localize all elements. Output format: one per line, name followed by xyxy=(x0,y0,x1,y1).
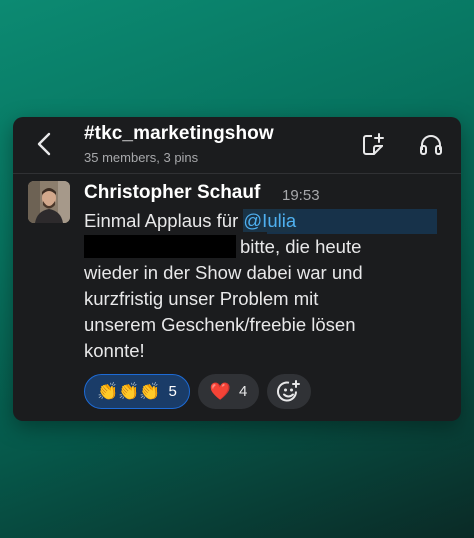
user-mention[interactable]: @Iulia xyxy=(243,209,297,232)
message-text: Einmal Applaus für xyxy=(84,210,244,231)
channel-meta[interactable]: 35 members, 3 pins xyxy=(84,150,198,165)
message-text: wieder in der Show dabei war und xyxy=(84,262,363,283)
reaction-heart[interactable]: ❤️ 4 xyxy=(197,374,260,409)
redacted-block xyxy=(84,235,236,258)
heart-emoji-icon: ❤️ xyxy=(209,381,232,402)
clap-emoji-icon: 👏👏👏 xyxy=(97,381,161,402)
avatar-image xyxy=(28,181,70,223)
message-text: unserem Geschenk/freebie lösen xyxy=(84,314,356,335)
message-text: bitte, die heute xyxy=(240,236,362,257)
add-emoji-icon xyxy=(277,379,301,401)
message-text: kurzfristig unser Problem mit xyxy=(84,288,319,309)
reaction-clap[interactable]: 👏👏👏 5 xyxy=(84,374,190,409)
reaction-count: 5 xyxy=(168,383,177,400)
author-name[interactable]: Christopher Schauf xyxy=(84,182,260,204)
message-text: konnte! xyxy=(84,340,145,361)
huddle-button[interactable] xyxy=(416,130,446,160)
message-card: #tkc_marketingshow 35 members, 3 pins Ch… xyxy=(13,117,461,421)
message-timestamp[interactable]: 19:53 xyxy=(282,187,320,204)
headphones-icon xyxy=(420,135,442,155)
add-reaction-button[interactable] xyxy=(267,374,312,409)
back-button[interactable] xyxy=(31,129,57,159)
reaction-count: 4 xyxy=(239,383,248,400)
channel-header: #tkc_marketingshow 35 members, 3 pins xyxy=(13,117,461,174)
message-body: Einmal Applaus für @Iulia bitte, die heu… xyxy=(84,208,456,364)
chevron-left-icon xyxy=(37,132,51,156)
canvas-button[interactable] xyxy=(358,130,388,160)
canvas-add-icon xyxy=(363,133,384,155)
avatar[interactable] xyxy=(28,181,70,223)
reactions-bar: 👏👏👏 5 ❤️ 4 xyxy=(84,374,312,410)
channel-name[interactable]: #tkc_marketingshow xyxy=(84,123,274,145)
